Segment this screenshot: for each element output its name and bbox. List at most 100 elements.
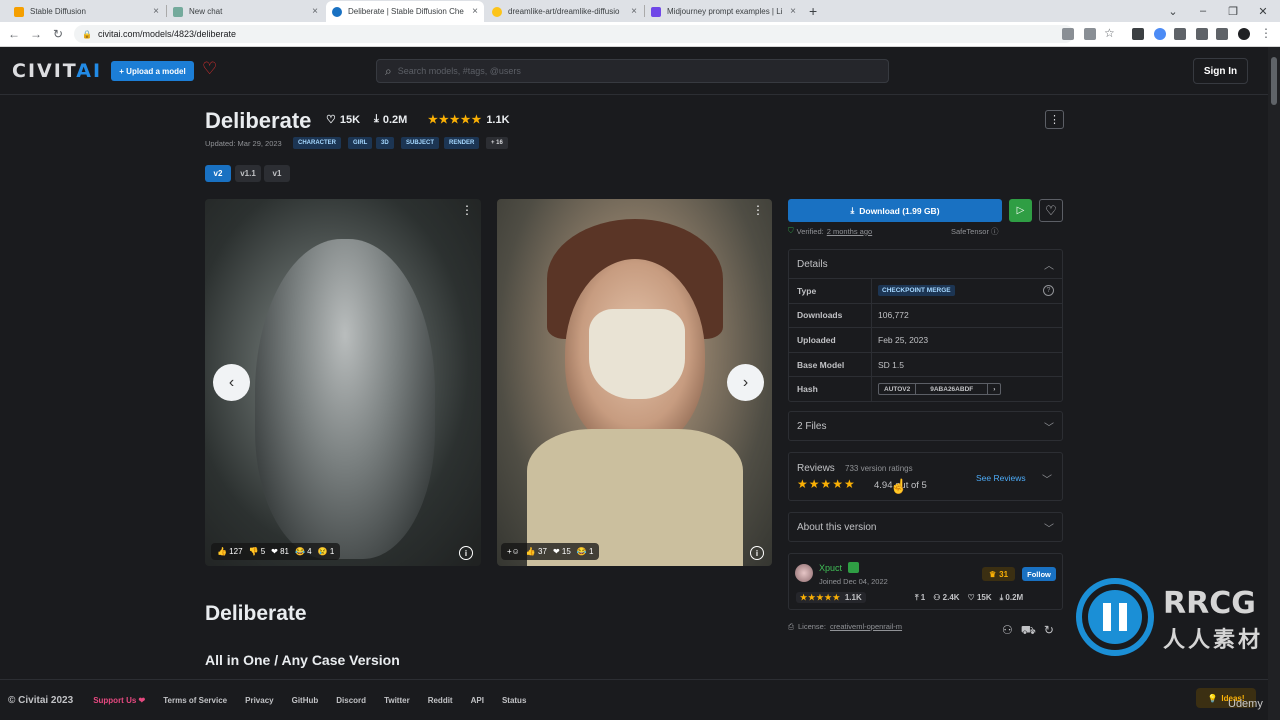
back-icon[interactable]: ← <box>6 27 22 41</box>
image-menu-icon[interactable]: ⋮ <box>752 203 764 217</box>
extension-icon[interactable] <box>1132 28 1144 40</box>
bookmark-star-icon[interactable]: ☆ <box>1104 26 1115 40</box>
upload-model-button[interactable]: + Upload a model <box>111 61 194 81</box>
reaction-laugh[interactable]: 😂 4 <box>295 547 312 556</box>
scrollbar[interactable] <box>1268 47 1280 720</box>
creator-name-link[interactable]: Xpuct <box>819 563 842 573</box>
about-version-panel[interactable]: About this version ﹀ <box>788 512 1063 542</box>
puzzle-icon[interactable] <box>1174 28 1186 40</box>
profile-icon[interactable] <box>1238 28 1250 40</box>
reviews-panel[interactable]: Reviews 733 version ratings ★★★★★ 4.94 o… <box>788 452 1063 501</box>
license-link[interactable]: creativeml-openrail-m <box>830 622 902 632</box>
verified-date-link[interactable]: 2 months ago <box>827 227 872 236</box>
new-tab-button[interactable]: + <box>809 3 817 19</box>
likes-stat[interactable]: ♡ 15K <box>326 113 360 127</box>
reload-icon[interactable]: ↻ <box>50 27 66 41</box>
tab-new-chat[interactable]: New chat × <box>167 1 324 22</box>
window-close-icon[interactable]: ✕ <box>1248 0 1278 22</box>
tab-deliberate[interactable]: Deliberate | Stable Diffusion Che × <box>326 1 484 22</box>
version-tab-v1[interactable]: v1 <box>264 165 290 182</box>
see-reviews-link[interactable]: See Reviews <box>976 473 1026 483</box>
info-icon[interactable]: ⓘ <box>991 227 999 236</box>
hash-algorithm[interactable]: AUTOV2 <box>879 384 917 395</box>
prev-arrow-icon[interactable]: ‹ <box>213 364 250 401</box>
hash-value[interactable]: 9ABA26ABDF <box>916 384 989 395</box>
chevron-down-icon[interactable]: ﹀ <box>1042 471 1052 486</box>
follow-button[interactable]: Follow <box>1022 567 1056 581</box>
row-key: Base Model <box>789 352 872 377</box>
rating-stat[interactable]: ★★★★★ 1.1K <box>428 113 510 127</box>
playlist-icon[interactable] <box>1196 28 1208 40</box>
footer-link-api[interactable]: API <box>471 696 484 705</box>
search-input[interactable]: ⌕ Search models, #tags, @users <box>376 59 889 83</box>
civitai-logo[interactable]: CIVITAI <box>12 60 102 82</box>
footer-link-privacy[interactable]: Privacy <box>245 696 273 705</box>
gallery-image-woman[interactable]: ⋮ › +☺ 👍 37 ❤ 15 😂 1 i <box>497 199 772 566</box>
close-tab-icon[interactable]: × <box>472 6 478 17</box>
tab-stable-diffusion[interactable]: Stable Diffusion × <box>8 1 165 22</box>
tab-dreamlike[interactable]: dreamlike-art/dreamlike-diffusio × <box>486 1 643 22</box>
version-tab-v2[interactable]: v2 <box>205 165 231 182</box>
tag-badge[interactable]: CHARACTER <box>293 137 341 149</box>
reaction-like[interactable]: 👍 37 <box>526 547 547 556</box>
menu-dots-icon[interactable]: ⋮ <box>1260 26 1272 40</box>
tag-badge[interactable]: RENDER <box>444 137 480 149</box>
image-menu-icon[interactable]: ⋮ <box>461 203 473 217</box>
more-options-icon[interactable]: ⋮ <box>1045 110 1064 129</box>
sign-in-button[interactable]: Sign In <box>1193 58 1248 84</box>
extension-icon[interactable] <box>1154 28 1166 40</box>
close-tab-icon[interactable]: × <box>790 6 796 17</box>
tag-badge[interactable]: GIRL <box>348 137 373 149</box>
install-icon[interactable] <box>1062 28 1074 40</box>
tab-search-icon[interactable]: ⌄ <box>1158 0 1188 22</box>
add-reaction-icon[interactable]: +☺ <box>507 547 520 556</box>
row-key: Uploaded <box>789 328 872 352</box>
footer-link-reddit[interactable]: Reddit <box>428 696 453 705</box>
reaction-like[interactable]: 👍 127 <box>217 547 243 556</box>
footer-link-twitter[interactable]: Twitter <box>384 696 410 705</box>
about-header[interactable]: About this version ﹀ <box>789 513 1062 541</box>
reaction-heart[interactable]: ❤ 81 <box>271 547 289 556</box>
image-reactions[interactable]: 👍 127 👎 5 ❤ 81 😂 4 😢 1 <box>211 543 341 560</box>
reaction-heart[interactable]: ❤ 15 <box>553 547 571 556</box>
favorite-button[interactable]: ♡ <box>1039 199 1063 222</box>
avatar[interactable] <box>795 564 813 582</box>
share-icon[interactable] <box>1084 28 1096 40</box>
download-button[interactable]: ⤓ Download (1.99 GB) <box>788 199 1002 222</box>
files-header[interactable]: 2 Files ﹀ <box>789 412 1062 440</box>
tab-midjourney[interactable]: Midjourney prompt examples | Li × <box>645 1 802 22</box>
footer-link-terms[interactable]: Terms of Service <box>163 696 227 705</box>
footer-link-status[interactable]: Status <box>502 696 526 705</box>
version-tab-v1-1[interactable]: v1.1 <box>235 165 261 182</box>
next-arrow-icon[interactable]: › <box>727 364 764 401</box>
close-tab-icon[interactable]: × <box>153 6 159 17</box>
heart-icon[interactable]: ♡ <box>202 59 217 79</box>
scrollbar-thumb[interactable] <box>1271 57 1277 105</box>
maximize-icon[interactable]: ❐ <box>1218 0 1248 22</box>
address-bar[interactable]: 🔒 civitai.com/models/4823/deliberate <box>74 25 1074 43</box>
tag-badge[interactable]: 3D <box>376 137 394 149</box>
hash-field[interactable]: AUTOV2 9ABA26ABDF › <box>878 383 1002 396</box>
minimize-icon[interactable]: – <box>1188 0 1218 22</box>
sidebar-icon[interactable] <box>1216 28 1228 40</box>
reaction-cry[interactable]: 😢 1 <box>318 547 335 556</box>
info-icon[interactable]: i <box>750 546 764 560</box>
reaction-laugh[interactable]: 😂 1 <box>577 547 594 556</box>
gallery-image-cat[interactable]: ⋮ ‹ 👍 127 👎 5 ❤ 81 😂 4 😢 1 i <box>205 199 481 566</box>
chevron-right-icon[interactable]: › <box>988 384 1000 394</box>
forward-icon[interactable]: → <box>28 27 44 41</box>
footer-link-github[interactable]: GitHub <box>292 696 319 705</box>
files-panel[interactable]: 2 Files ﹀ <box>788 411 1063 441</box>
info-icon[interactable]: i <box>459 546 473 560</box>
image-reactions[interactable]: +☺ 👍 37 ❤ 15 😂 1 <box>501 543 600 560</box>
close-tab-icon[interactable]: × <box>312 6 318 17</box>
tag-badge[interactable]: SUBJECT <box>401 137 440 149</box>
details-header[interactable]: Details ︿ <box>789 250 1062 278</box>
footer-link-discord[interactable]: Discord <box>336 696 366 705</box>
run-model-button[interactable]: ▷ <box>1009 199 1032 222</box>
help-icon[interactable]: ? <box>1043 285 1054 297</box>
close-tab-icon[interactable]: × <box>631 6 637 17</box>
footer-link-support[interactable]: Support Us ❤ <box>93 696 145 705</box>
more-tags-badge[interactable]: + 16 <box>486 137 508 149</box>
reaction-dislike[interactable]: 👎 5 <box>249 547 266 556</box>
